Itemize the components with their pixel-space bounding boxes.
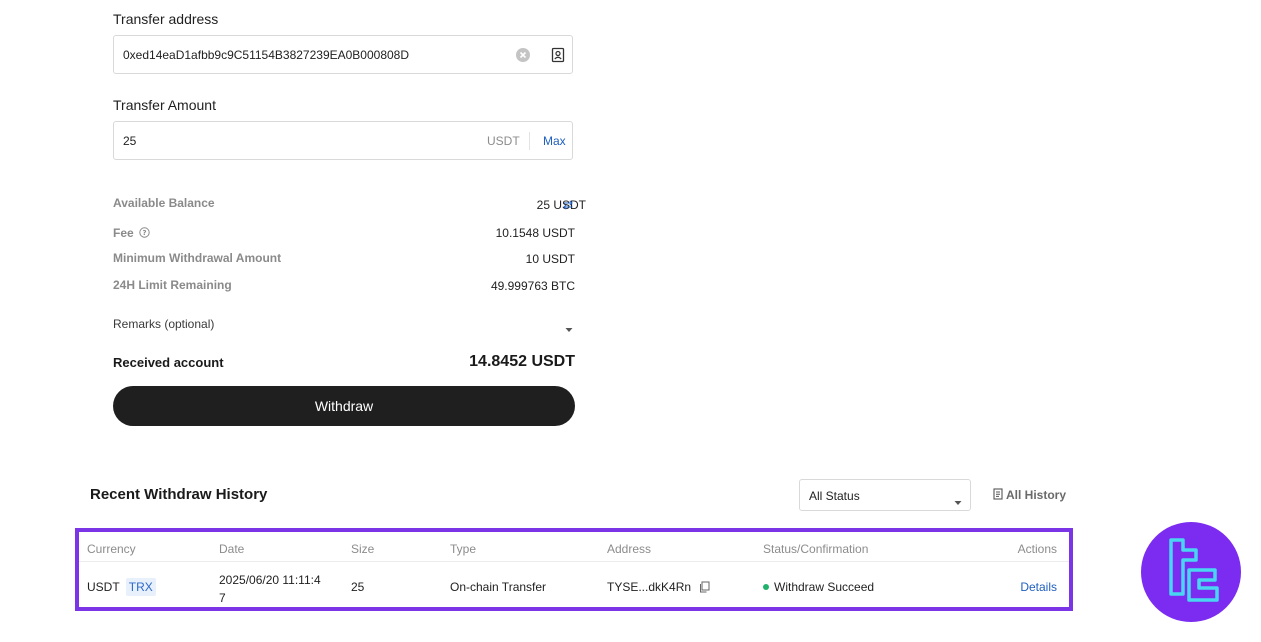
column-header: Type (450, 542, 477, 556)
header-divider (79, 561, 1069, 562)
transfer-address-value[interactable]: 0xed14eaD1afbb9c9C51154B3827239EA0B00080… (123, 48, 409, 62)
clear-icon[interactable] (515, 47, 531, 68)
status-cell: Withdraw Succeed (763, 580, 874, 594)
caret-down-icon[interactable] (565, 320, 573, 338)
remarks-toggle[interactable]: Remarks (optional) (113, 317, 214, 331)
fee-label: Fee ? (113, 226, 150, 241)
fee-value: 10.1548 USDT (495, 226, 575, 240)
copy-icon[interactable] (699, 581, 710, 596)
status-filter-value: All Status (809, 489, 860, 503)
all-history-link[interactable]: All History (993, 488, 1066, 503)
logo-mark-icon (1169, 538, 1219, 602)
column-header: Address (607, 542, 652, 556)
date-line: 2025/06/20 11:11:4 (219, 573, 321, 587)
history-title: Recent Withdraw History (90, 486, 268, 503)
amount-divider (529, 132, 530, 150)
date-cell: 2025/06/20 11:11:4 7 (219, 571, 321, 607)
max-button[interactable]: Max (543, 134, 566, 148)
currency-cell: USDT TRX (87, 578, 156, 596)
minimum-withdrawal-label: Minimum Withdrawal Amount (113, 251, 282, 265)
available-balance-label: Available Balance (113, 196, 215, 210)
transfer-amount-value[interactable]: 25 (123, 134, 136, 148)
address-value: TYSE...dkK4Rn (607, 580, 692, 594)
received-account-label: Received account (113, 355, 224, 370)
svg-text:?: ? (143, 229, 147, 237)
minimum-withdrawal-value: 10 USDT (525, 252, 575, 266)
currency-value: USDT (87, 580, 120, 594)
all-history-label: All History (1006, 488, 1067, 502)
type-cell: On-chain Transfer (450, 580, 547, 594)
received-account-value: 14.8452 USDT (469, 353, 575, 370)
status-dot-icon (763, 584, 769, 590)
status-filter-select[interactable]: All Status (799, 479, 971, 511)
column-header: Size (351, 542, 375, 556)
column-header: Status/Confirmation (763, 542, 869, 556)
withdraw-button[interactable]: Withdraw (113, 386, 575, 426)
limit-remaining-value: 49.999763 BTC (490, 279, 575, 293)
document-icon (993, 488, 1003, 503)
details-link[interactable]: Details (1020, 580, 1057, 594)
fee-label-text: Fee (113, 226, 134, 240)
amount-unit: USDT (487, 134, 520, 148)
address-book-icon[interactable] (551, 47, 565, 68)
swap-icon[interactable]: ⇄ (563, 198, 573, 212)
chevron-down-icon (954, 493, 962, 511)
status-value: Withdraw Succeed (774, 580, 875, 594)
column-header: Actions (1017, 542, 1057, 556)
address-cell: TYSE...dkK4Rn (607, 580, 710, 596)
available-balance-value: 25 USDT (536, 198, 586, 212)
column-header: Currency (87, 542, 136, 556)
withdraw-history-table: Currency Date Size Type Address Status/C… (75, 528, 1073, 611)
size-cell: 25 (351, 580, 365, 594)
transfer-amount-label: Transfer Amount (113, 97, 216, 113)
transfer-address-label: Transfer address (113, 11, 219, 27)
transfer-amount-field[interactable]: 25 USDT Max (113, 121, 573, 160)
date-line: 7 (219, 591, 226, 605)
limit-remaining-label: 24H Limit Remaining (113, 278, 232, 292)
transfer-address-field[interactable]: 0xed14eaD1afbb9c9C51154B3827239EA0B00080… (113, 35, 573, 74)
help-icon[interactable]: ? (139, 227, 150, 241)
column-header: Date (219, 542, 245, 556)
brand-logo (1141, 522, 1241, 622)
network-badge: TRX (125, 578, 156, 596)
